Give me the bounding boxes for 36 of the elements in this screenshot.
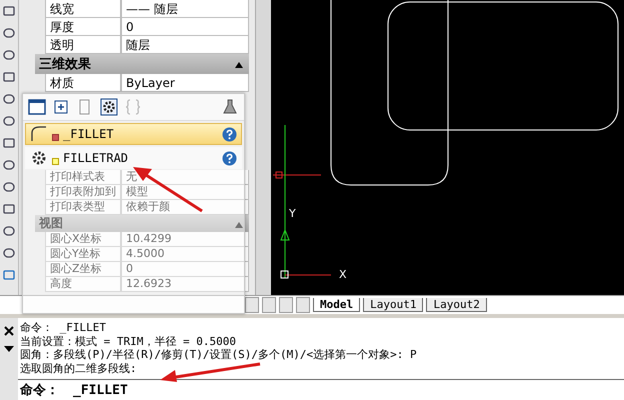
command-history-line: 当前设置：模式 = TRIM，半径 = 0.5000	[20, 334, 236, 348]
property-value[interactable]: 4.5000	[121, 247, 249, 262]
property-value[interactable]: 10.4299	[121, 232, 249, 247]
layout-tab[interactable]: Layout1	[363, 298, 424, 312]
property-name: 透明	[45, 36, 121, 54]
layout-tab[interactable]: Model	[313, 298, 360, 312]
property-value[interactable]: 依赖于颜	[121, 200, 249, 215]
suggestion-item[interactable]: _FILLET	[25, 123, 242, 145]
command-prompt: 命令：	[20, 382, 59, 399]
axis-label: X	[339, 268, 347, 281]
property-name: 圆心Z坐标	[45, 262, 121, 277]
property-value[interactable]: 随层	[121, 36, 249, 54]
property-value[interactable]: 0	[121, 262, 249, 277]
layout-tab[interactable]: Layout2	[426, 298, 487, 312]
property-name: 高度	[45, 277, 121, 292]
property-name: 线宽	[45, 0, 121, 18]
command-history-line: 圆角：多段线(P)/半径(R)/修剪(T)/设置(S)/多个(M)/<选择第一个对象>: P	[20, 348, 417, 362]
property-value[interactable]: ByLayer	[121, 74, 249, 92]
property-value[interactable]: 模型	[121, 185, 249, 200]
property-name: 圆心Y坐标	[45, 247, 121, 262]
property-value[interactable]: —— 随层	[121, 0, 249, 18]
section-title: 视图	[39, 215, 63, 232]
property-name: 材质	[45, 74, 121, 92]
property-name: 厚度	[45, 18, 121, 36]
command-input[interactable]: _FILLET	[73, 382, 128, 398]
property-name: 圆心X坐标	[45, 232, 121, 247]
property-name: 打印样式表	[45, 170, 121, 185]
suggestion-item[interactable]: FILLETRAD	[25, 147, 242, 169]
section-title: 三维效果	[39, 56, 91, 73]
axis-label: Y	[289, 207, 296, 220]
command-history-line: 选取圆角的二维多段线:	[20, 362, 137, 375]
property-name: 打印表类型	[45, 200, 121, 215]
property-value[interactable]: 12.6923	[121, 277, 249, 292]
property-value[interactable]: 0	[121, 18, 249, 36]
property-name: 打印表附加到	[45, 185, 121, 200]
command-history-line: 命令： _FILLET	[20, 321, 106, 334]
